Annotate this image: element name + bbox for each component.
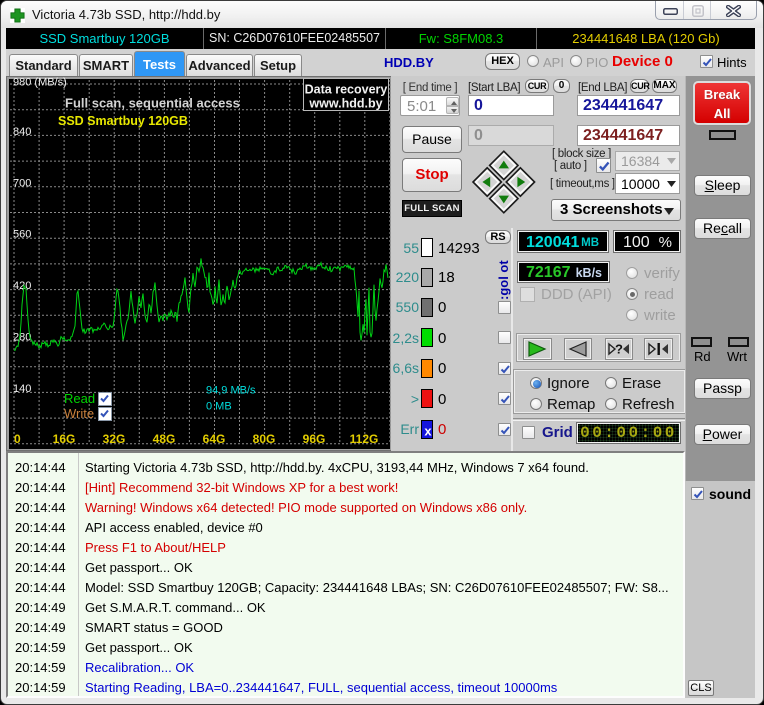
svg-text:Full scan, sequential access: Full scan, sequential access xyxy=(65,96,240,111)
svg-text:96G: 96G xyxy=(303,432,326,446)
svg-text:94,9 MB/s: 94,9 MB/s xyxy=(206,385,256,397)
svg-text:560: 560 xyxy=(13,229,31,241)
svg-text:32G: 32G xyxy=(103,432,126,446)
svg-text:Write: Write xyxy=(64,406,94,421)
svg-text:Data recovery: Data recovery xyxy=(305,83,388,97)
svg-text:280: 280 xyxy=(13,332,31,344)
svg-text:0: 0 xyxy=(14,432,21,446)
svg-text:0 MB: 0 MB xyxy=(206,401,232,413)
svg-text:?: ? xyxy=(615,342,623,357)
svg-text:SSD Smartbuy 120GB: SSD Smartbuy 120GB xyxy=(58,114,188,128)
svg-text:700: 700 xyxy=(13,177,31,189)
svg-text:840: 840 xyxy=(13,126,31,138)
svg-text:48G: 48G xyxy=(153,432,176,446)
svg-text:16G: 16G xyxy=(53,432,76,446)
svg-text:80G: 80G xyxy=(253,432,276,446)
svg-text:140: 140 xyxy=(13,383,31,395)
svg-text:www.hdd.by: www.hdd.by xyxy=(308,97,382,111)
svg-text:64G: 64G xyxy=(203,432,226,446)
svg-text:980 (MB/s): 980 (MB/s) xyxy=(13,77,67,89)
svg-text:Read: Read xyxy=(64,391,95,406)
svg-text:420: 420 xyxy=(13,280,31,292)
svg-text:x: x xyxy=(424,423,432,438)
